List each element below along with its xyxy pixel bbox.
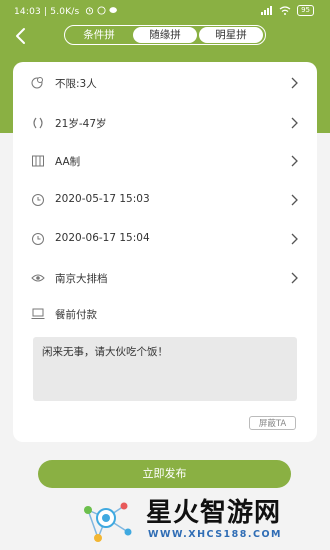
status-bar: 14:03 | 5.0K/s 95 [0,0,330,24]
wechat-icon [109,7,117,13]
age-range-icon [33,117,43,129]
chevron-right-icon [291,272,298,284]
watermark-title: 星火智游网 [146,498,282,528]
status-network-speed: 5.0K/s [50,7,80,17]
watermark-logo-icon [84,502,132,542]
signal-icon [261,6,273,15]
tab-celebrity[interactable]: 明星拼 [199,27,263,43]
chevron-right-icon [291,194,298,206]
people-count-value: 不限:3人 [55,78,97,90]
tab-conditional[interactable]: 条件拼 [67,27,131,43]
chevron-right-icon [291,233,298,245]
age-range-value: 21岁-47岁 [55,118,107,130]
status-time: 14:03 [14,7,41,17]
end-time-value: 2020-06-17 15:04 [55,232,150,244]
row-age-range[interactable]: 21岁-47岁 [13,112,317,136]
chevron-right-icon [291,117,298,129]
form-card: 不限:3人 21岁-47岁 AA制 2020-05-17 15:03 2020-… [13,62,317,442]
message-textarea[interactable]: 闲来无事，请大伙吃个饭！ [33,337,297,401]
watermark-url: WWW.XHCS188.COM [148,529,282,540]
alarm-icon [85,7,93,15]
payment-split-value: AA制 [55,156,81,168]
location-icon [31,274,45,282]
wifi-icon [279,6,291,15]
location-value: 南京大排档 [55,273,108,285]
message-text: 闲来无事，请大伙吃个饭！ [42,346,168,358]
clock-icon [32,233,44,245]
row-payment-split[interactable]: AA制 [13,150,317,174]
row-start-time[interactable]: 2020-05-17 15:03 [13,189,317,213]
tab-bar: 条件拼 随缘拼 明星拼 [64,25,266,45]
watermark: 星火智游网 WWW.XHCS188.COM [76,488,330,550]
tab-random[interactable]: 随缘拼 [133,27,197,43]
row-end-time[interactable]: 2020-06-17 15:04 [13,228,317,252]
battery-icon: 95 [297,5,314,16]
chevron-right-icon [291,155,298,167]
row-people-count[interactable]: 不限:3人 [13,72,317,96]
hide-ta-button[interactable]: 屏蔽TA [249,416,296,430]
payment-icon [31,308,45,319]
split-bill-icon [32,155,44,167]
row-location[interactable]: 南京大排档 [13,267,317,291]
clock-icon [32,194,44,206]
payment-time-value: 餐前付款 [55,309,97,321]
back-arrow-icon [16,28,25,44]
back-button[interactable] [10,26,32,46]
publish-button[interactable]: 立即发布 [38,460,291,488]
row-payment-time[interactable]: 餐前付款 [13,303,317,327]
people-icon [31,77,43,89]
notification-icon [97,6,106,15]
chevron-right-icon [291,77,298,89]
start-time-value: 2020-05-17 15:03 [55,193,150,205]
